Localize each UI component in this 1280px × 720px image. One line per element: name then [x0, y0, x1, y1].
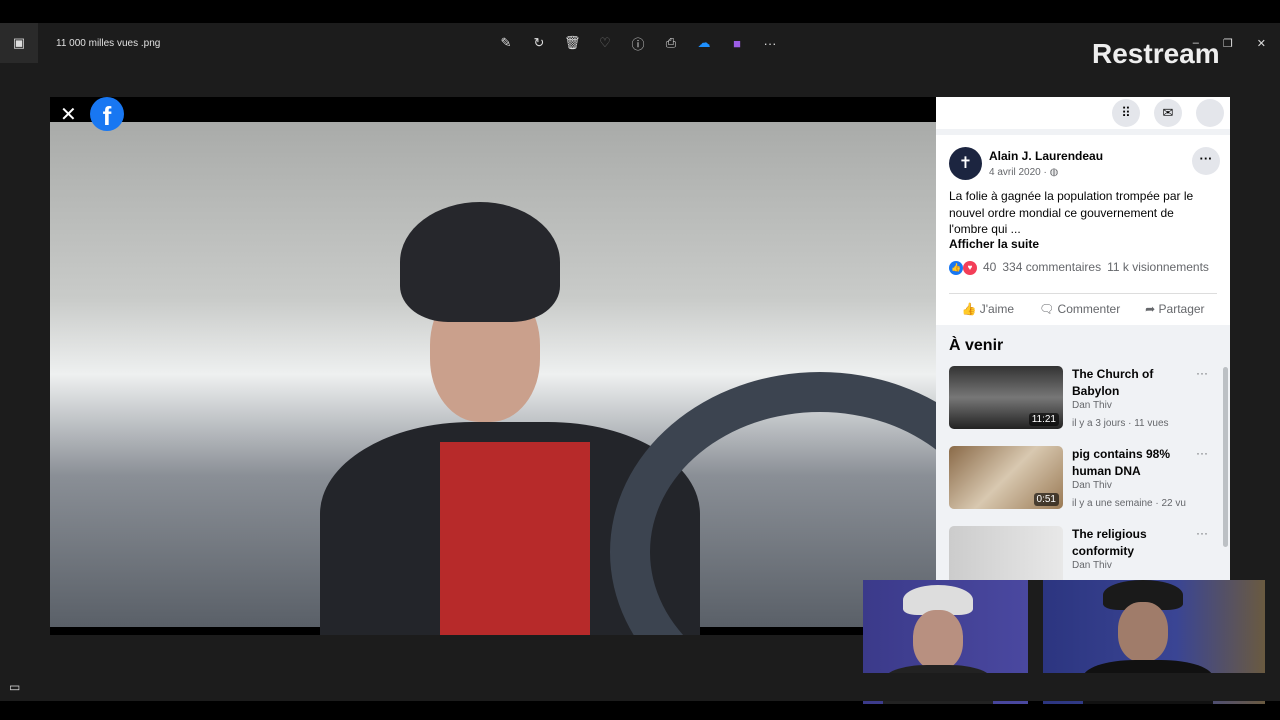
upcoming-heading: À venir	[936, 325, 1230, 366]
more-icon[interactable]: ···	[762, 36, 778, 51]
onedrive-icon[interactable]: ☁	[696, 35, 712, 51]
post-more-icon[interactable]: ···	[1192, 147, 1220, 175]
video-more-icon[interactable]: ···	[1196, 526, 1208, 540]
restream-logo: Restream	[1092, 38, 1220, 69]
video-channel[interactable]: Dan Thiv	[1072, 480, 1112, 491]
post-stats: 👍 ♥ 40 334 commentaires 11 k visionnement…	[949, 259, 1209, 275]
video-channel[interactable]: Dan Thiv	[1072, 400, 1112, 411]
like-button[interactable]: 👍 J'aime	[961, 302, 1014, 316]
video-channel[interactable]: Dan Thiv	[1072, 560, 1112, 571]
like-label: J'aime	[979, 302, 1015, 316]
facebook-side-panel: ⠿ ✉ ✝ Alain J. Laurendeau 4 avril 2020 ·…	[936, 97, 1230, 580]
print-icon[interactable]: ⎙	[663, 35, 679, 51]
comment-icon: 🗨	[1038, 302, 1058, 316]
close-button[interactable]: ✕	[1257, 37, 1266, 50]
facebook-logo-icon: f	[90, 97, 124, 131]
share-button[interactable]: ➦ Partager	[1145, 302, 1204, 316]
comment-count[interactable]: 334 commentaires	[1002, 260, 1101, 274]
account-icon[interactable]	[1196, 99, 1224, 127]
post-date[interactable]: 4 avril 2020 · ◍	[989, 167, 1058, 178]
view-count: 11 k visionnements	[1107, 260, 1209, 274]
filmstrip-toggle-icon[interactable]: ▭	[9, 680, 20, 694]
video-item[interactable]: The religious conformity Dan Thiv ···	[949, 526, 1230, 580]
video-thumbnail[interactable]	[949, 526, 1063, 580]
post-text: La folie à gagnée la population trompée …	[949, 189, 1194, 236]
file-name: 11 000 milles vues .png	[56, 37, 161, 49]
video-title[interactable]: The Church of Babylon	[1072, 366, 1192, 400]
video-meta: il y a 3 jours · 11 vues	[1072, 418, 1169, 429]
comment-button[interactable]: 🗨 Commenter	[1039, 302, 1120, 316]
info-icon[interactable]: ⓘ	[630, 34, 646, 53]
toolbar-actions: ✎ ↻ 🗑 ♡ ⓘ ⎙ ☁ ■ ···	[498, 23, 778, 63]
avatar[interactable]: ✝	[949, 147, 982, 180]
video-duration: 11:21	[1028, 413, 1059, 426]
post-author[interactable]: Alain J. Laurendeau	[989, 149, 1103, 163]
filmstrip-bar: ▭	[0, 673, 1280, 701]
like-reaction-icon: 👍	[949, 261, 963, 275]
reaction-count[interactable]: 40	[983, 260, 996, 274]
fb-header: ⠿ ✉	[936, 97, 1230, 129]
edit-icon[interactable]: ✎	[498, 35, 514, 51]
clipchamp-icon[interactable]: ■	[729, 36, 745, 51]
car-interior-scene	[50, 122, 936, 635]
video-title[interactable]: pig contains 98% human DNA	[1072, 446, 1192, 480]
photo-viewer-toolbar: ▣ 11 000 milles vues .png ✎ ↻ 🗑 ♡ ⓘ ⎙ ☁ …	[0, 23, 1280, 63]
favorite-icon[interactable]: ♡	[597, 35, 613, 51]
share-icon: ➦	[1145, 302, 1159, 316]
love-reaction-icon: ♥	[963, 261, 977, 275]
thumbs-up-icon: 👍	[961, 302, 980, 316]
see-more-link[interactable]: Afficher la suite	[949, 237, 1039, 251]
video-player[interactable]: ✕ f	[50, 97, 936, 635]
maximize-button[interactable]: ❐	[1223, 37, 1233, 50]
video-more-icon[interactable]: ···	[1196, 446, 1208, 460]
messenger-icon[interactable]: ✉	[1154, 99, 1182, 127]
delete-icon[interactable]: 🗑	[564, 35, 581, 51]
video-item[interactable]: 11:21 The Church of Babylon Dan Thiv il …	[949, 366, 1230, 446]
close-video-icon[interactable]: ✕	[60, 102, 77, 127]
photos-app-icon[interactable]: ▣	[0, 23, 38, 63]
menu-grid-icon[interactable]: ⠿	[1112, 99, 1140, 127]
video-duration: 0:51	[1033, 493, 1059, 506]
rotate-icon[interactable]: ↻	[531, 35, 547, 51]
video-title[interactable]: The religious conformity	[1072, 526, 1192, 560]
video-thumbnail[interactable]: 11:21	[949, 366, 1063, 429]
video-item[interactable]: 0:51 pig contains 98% human DNA Dan Thiv…	[949, 446, 1230, 526]
scrollbar[interactable]	[1223, 367, 1228, 547]
video-meta: il y a une semaine · 22 vu	[1072, 498, 1186, 509]
post-actions: 👍 J'aime 🗨 Commenter ➦ Partager	[949, 293, 1217, 316]
comment-label: Commenter	[1057, 302, 1121, 316]
share-label: Partager	[1158, 302, 1205, 316]
fb-post: ✝ Alain J. Laurendeau 4 avril 2020 · ◍ ·…	[936, 135, 1230, 325]
video-more-icon[interactable]: ···	[1196, 366, 1208, 380]
video-thumbnail[interactable]: 0:51	[949, 446, 1063, 509]
